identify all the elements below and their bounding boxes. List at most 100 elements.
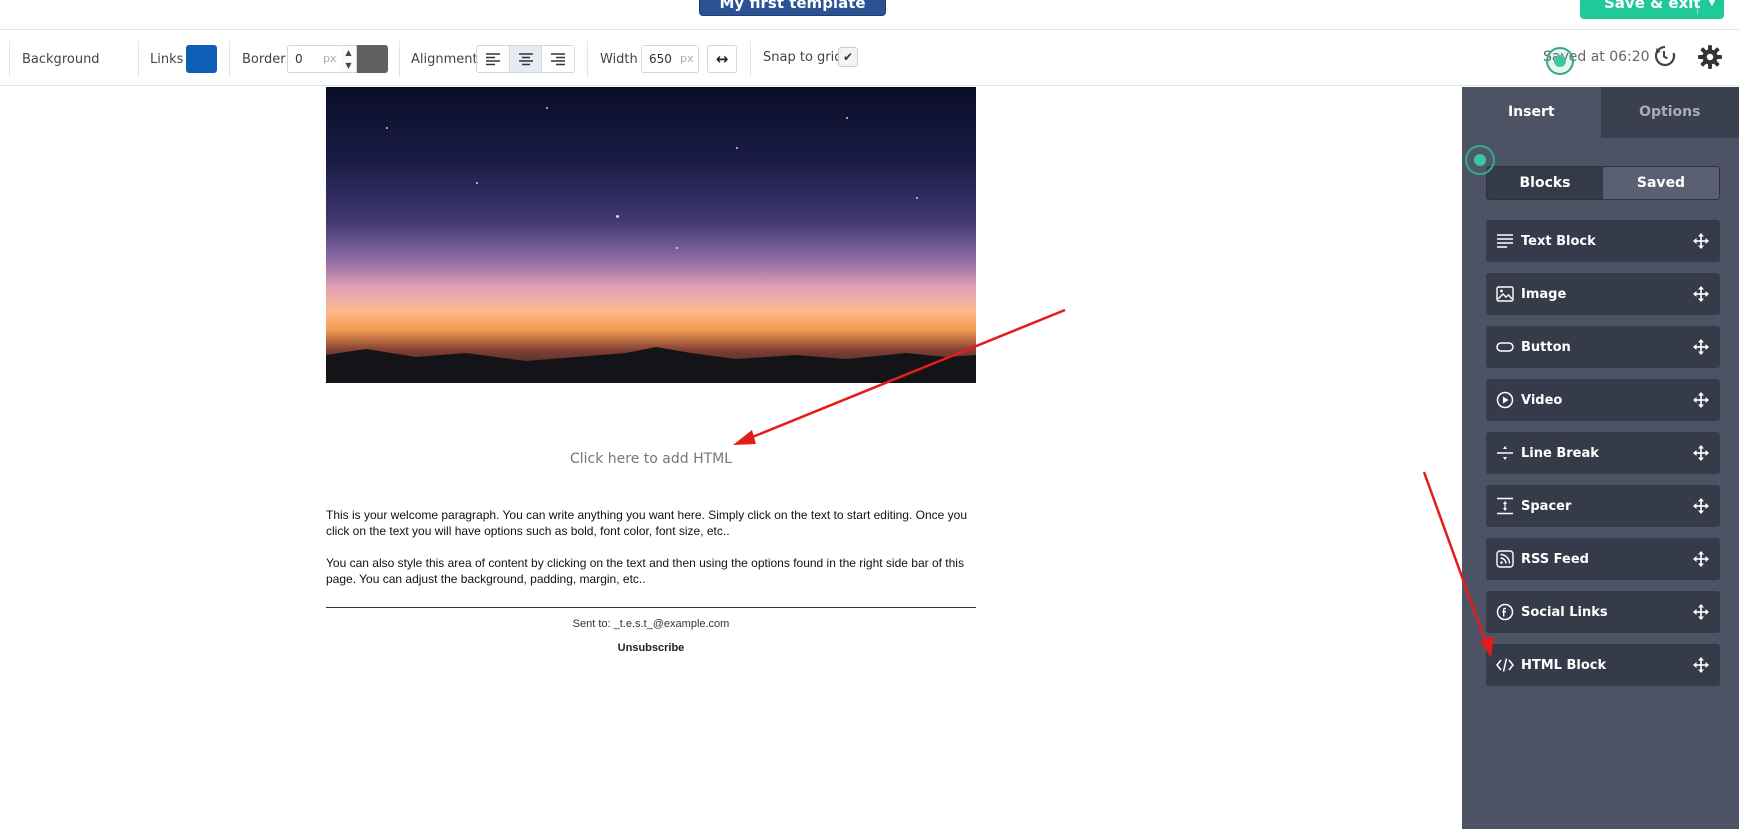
width-value: 650: [649, 52, 672, 66]
move-icon[interactable]: [1691, 602, 1711, 622]
star: [846, 117, 848, 119]
line-break-icon: [1495, 443, 1515, 463]
tab-options[interactable]: Options: [1600, 87, 1739, 138]
rss-icon: [1495, 549, 1515, 569]
align-right-button[interactable]: [542, 46, 574, 72]
checkmark-icon: ✔: [842, 50, 854, 64]
snap-to-grid-label: Snap to grid: [763, 50, 843, 65]
blocks-tab-button[interactable]: Blocks: [1487, 167, 1603, 199]
insert-panel: Insert Options Blocks Saved Text Block I…: [1462, 87, 1739, 829]
block-image[interactable]: Image: [1486, 273, 1720, 315]
border-color-swatch[interactable]: [357, 45, 388, 73]
move-icon[interactable]: [1691, 655, 1711, 675]
border-width-value: 0: [295, 52, 303, 66]
block-text[interactable]: Text Block: [1486, 220, 1720, 262]
text-lines-icon: [1495, 231, 1515, 251]
template-name-button[interactable]: My first template: [699, 0, 886, 16]
alignment-buttons: [476, 45, 575, 73]
star: [916, 197, 918, 199]
block-rss-feed[interactable]: RSS Feed: [1486, 538, 1720, 580]
move-icon[interactable]: [1691, 337, 1711, 357]
welcome-paragraph[interactable]: This is your welcome paragraph. You can …: [326, 507, 976, 539]
width-input[interactable]: 650 px: [641, 45, 699, 73]
move-icon[interactable]: [1691, 284, 1711, 304]
width-unit: px: [680, 52, 694, 65]
star: [676, 247, 678, 249]
block-label: RSS Feed: [1521, 551, 1589, 567]
align-center-icon: [518, 53, 533, 66]
save-exit-divider: [1697, 0, 1698, 14]
star: [546, 107, 548, 109]
arrows-horizontal-icon: ↔: [715, 50, 729, 68]
move-icon[interactable]: [1691, 231, 1711, 251]
star: [476, 182, 478, 184]
block-social-links[interactable]: Social Links: [1486, 591, 1720, 633]
footer-divider: [326, 607, 976, 608]
align-left-icon: [485, 53, 500, 66]
html-block-placeholder[interactable]: Click here to add HTML: [326, 451, 976, 467]
alignment-label: Alignment: [411, 52, 478, 67]
move-icon[interactable]: [1691, 549, 1711, 569]
chevron-up-icon[interactable]: ▲: [341, 46, 356, 59]
gear-icon[interactable]: [1697, 44, 1723, 70]
snap-to-grid-checkbox[interactable]: ✔: [838, 47, 858, 67]
facebook-circle-icon: [1495, 602, 1515, 622]
toolbar-divider: [399, 41, 400, 77]
image-icon: [1495, 284, 1515, 304]
move-icon[interactable]: [1691, 390, 1711, 410]
toolbar-divider: [138, 41, 139, 77]
links-label: Links: [150, 52, 184, 67]
top-bar: My first template Save & exit ▼: [0, 0, 1739, 30]
links-color-swatch[interactable]: [186, 45, 217, 73]
align-right-icon: [551, 53, 566, 66]
spacer-icon: [1495, 496, 1515, 516]
toolbar-divider: [750, 41, 751, 77]
block-label: Text Block: [1521, 233, 1596, 249]
tab-insert[interactable]: Insert: [1462, 87, 1601, 138]
full-width-toggle-button[interactable]: ↔: [707, 45, 737, 73]
background-option[interactable]: Background: [22, 52, 100, 67]
save-exit-button[interactable]: Save & exit ▼: [1580, 0, 1724, 19]
border-label: Border: [242, 52, 286, 67]
align-left-button[interactable]: [477, 46, 510, 72]
unsubscribe-link[interactable]: Unsubscribe: [326, 642, 976, 654]
code-icon: [1495, 655, 1515, 675]
onboarding-hotspot[interactable]: [1465, 145, 1495, 175]
save-exit-label: Save & exit: [1604, 0, 1701, 12]
block-label: Video: [1521, 392, 1563, 408]
move-icon[interactable]: [1691, 443, 1711, 463]
button-pill-icon: [1495, 337, 1515, 357]
toolbar-divider: [229, 41, 230, 77]
block-html[interactable]: HTML Block: [1486, 644, 1720, 686]
toolbar-divider: [587, 41, 588, 77]
block-line-break[interactable]: Line Break: [1486, 432, 1720, 474]
block-label: Social Links: [1521, 604, 1608, 620]
block-label: Button: [1521, 339, 1571, 355]
block-label: HTML Block: [1521, 657, 1607, 673]
onboarding-hotspot[interactable]: [1546, 47, 1574, 75]
star: [386, 127, 388, 129]
border-width-input[interactable]: 0 px: [287, 45, 342, 73]
mountain-silhouette: [326, 347, 976, 383]
sent-to-text: Sent to: _t.e.s.t_@example.com: [572, 618, 730, 630]
play-circle-icon: [1495, 390, 1515, 410]
block-label: Spacer: [1521, 498, 1572, 514]
style-paragraph[interactable]: You can also style this area of content …: [326, 555, 976, 587]
block-spacer[interactable]: Spacer: [1486, 485, 1720, 527]
width-label: Width: [600, 52, 638, 67]
block-label: Line Break: [1521, 445, 1599, 461]
border-unit: px: [323, 52, 337, 65]
move-icon[interactable]: [1691, 496, 1711, 516]
chevron-down-icon[interactable]: ▼: [341, 59, 356, 72]
chevron-down-icon[interactable]: ▼: [1701, 0, 1723, 18]
block-button[interactable]: Button: [1486, 326, 1720, 368]
star: [736, 147, 738, 149]
align-center-button[interactable]: [509, 46, 543, 72]
style-toolbar: Background Links Border 0 px ▲ ▼ Alignmen…: [0, 31, 1739, 86]
border-stepper[interactable]: ▲ ▼: [341, 45, 357, 73]
hero-image[interactable]: [326, 87, 976, 383]
history-icon[interactable]: [1652, 44, 1676, 68]
block-video[interactable]: Video: [1486, 379, 1720, 421]
saved-tab-button[interactable]: Saved: [1603, 167, 1719, 199]
block-label: Image: [1521, 286, 1567, 302]
